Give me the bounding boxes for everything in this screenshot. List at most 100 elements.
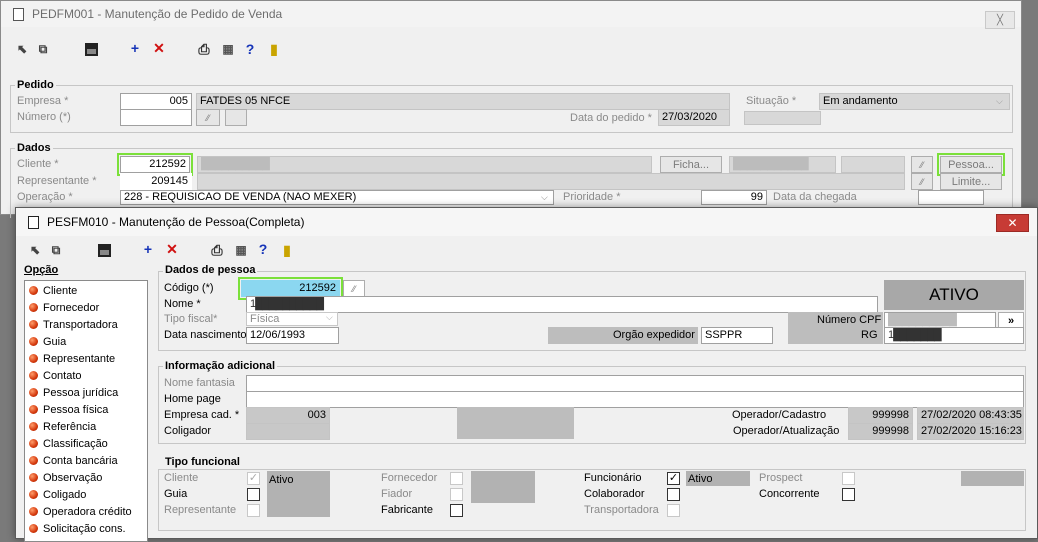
numero-field[interactable] bbox=[120, 109, 192, 126]
help-icon[interactable]: ? bbox=[242, 41, 258, 57]
opcao-item[interactable]: Cliente bbox=[29, 282, 77, 299]
calculator-icon[interactable]: ▦ bbox=[220, 41, 236, 57]
opcao-item-label: Coligado bbox=[43, 488, 87, 501]
bullet-icon bbox=[29, 286, 38, 295]
cliente-code-field[interactable]: 212592 bbox=[117, 153, 193, 176]
fornecedor-checkbox[interactable] bbox=[450, 472, 463, 485]
rg-field[interactable]: 1███████ bbox=[884, 327, 1024, 344]
cliente-name-field: ██████████ bbox=[197, 156, 652, 173]
opcao-item[interactable]: Classificação bbox=[29, 435, 108, 452]
info-title: Informação adicional bbox=[163, 360, 278, 372]
opcao-item[interactable]: Referência bbox=[29, 418, 96, 435]
prospect-checkbox[interactable] bbox=[842, 472, 855, 485]
help-icon[interactable]: ? bbox=[255, 241, 271, 257]
limite-button[interactable]: Limite... bbox=[940, 173, 1002, 190]
operacao-label: Operação * bbox=[17, 191, 73, 203]
windows-icon[interactable]: ⧉ bbox=[35, 41, 51, 57]
cliente-doc-field: ███████████ bbox=[729, 156, 836, 173]
pedido-titlebar: PEDFM001 - Manutenção de Pedido de Venda bbox=[1, 1, 1021, 27]
prioridade-field[interactable]: 99 bbox=[701, 190, 767, 205]
nome-field[interactable]: 1██████████ bbox=[246, 296, 878, 313]
homepage-field[interactable] bbox=[246, 391, 1024, 408]
fabricante-checkbox[interactable] bbox=[450, 504, 463, 517]
tipo-fiscal-dropdown-icon[interactable]: ⌵ bbox=[326, 312, 333, 323]
orgao-field[interactable]: SSPPR bbox=[701, 327, 773, 344]
pessoa-close-button[interactable]: ✕ bbox=[996, 214, 1029, 232]
windows-icon[interactable]: ⧉ bbox=[48, 242, 64, 258]
representante-search-button[interactable]: ⁄⁄ bbox=[911, 173, 933, 190]
add-icon[interactable]: + bbox=[127, 40, 143, 56]
opcao-item[interactable]: Operadora crédito bbox=[29, 503, 132, 520]
concorrente-checkbox[interactable] bbox=[842, 488, 855, 501]
op-cad-datetime: 27/02/2020 08:43:35 bbox=[917, 407, 1024, 424]
representante-checkbox[interactable] bbox=[247, 504, 260, 517]
coligador-label: Coligador bbox=[164, 425, 212, 437]
opcao-item[interactable]: Guia bbox=[29, 333, 66, 350]
situacao-select[interactable]: Em andamento bbox=[819, 93, 1010, 110]
rg-label: RG bbox=[861, 329, 878, 341]
empresa-code-field[interactable]: 005 bbox=[120, 93, 192, 110]
opcao-item-label: Fornecedor bbox=[43, 301, 100, 314]
ficha-button[interactable]: Ficha... bbox=[660, 156, 722, 173]
opcao-item[interactable]: Coligado bbox=[29, 486, 86, 503]
cliente-checkbox[interactable]: ✓ bbox=[247, 472, 260, 485]
guia-checkbox[interactable] bbox=[247, 488, 260, 501]
opcao-item[interactable]: Contato bbox=[29, 367, 82, 384]
codigo-field[interactable]: 212592 bbox=[238, 277, 343, 300]
operacao-select[interactable]: 228 - REQUISICAO DE VENDA (NAO MEXER) bbox=[120, 190, 554, 205]
opcao-item[interactable]: Transportadora bbox=[29, 316, 118, 333]
save-icon[interactable] bbox=[96, 242, 112, 258]
op-atu-label: Operador/Atualização bbox=[733, 425, 840, 437]
opcao-item[interactable]: Pessoa física bbox=[29, 401, 108, 418]
transportadora-tipo-label: Transportadora bbox=[584, 504, 659, 516]
operacao-dropdown-icon[interactable]: ⌵ bbox=[541, 192, 548, 203]
data-pedido-label: Data do pedido * bbox=[570, 112, 652, 124]
colaborador-checkbox[interactable] bbox=[667, 488, 680, 501]
transportadora-checkbox[interactable] bbox=[667, 504, 680, 517]
bullet-icon bbox=[29, 320, 38, 329]
status-badge: ATIVO bbox=[884, 280, 1024, 310]
bullet-icon bbox=[29, 303, 38, 312]
prioridade-label: Prioridade * bbox=[563, 191, 621, 203]
opcao-item[interactable]: Pessoa jurídica bbox=[29, 384, 118, 401]
data-chegada-label: Data da chegada bbox=[773, 191, 857, 203]
opcao-item-label: Pessoa física bbox=[43, 403, 109, 416]
delete-icon[interactable]: ✕ bbox=[164, 241, 180, 257]
delete-icon[interactable]: ✕ bbox=[151, 40, 167, 56]
print-icon[interactable]: ⎙ bbox=[196, 41, 212, 57]
opcao-item-label: Pessoa jurídica bbox=[43, 386, 119, 399]
opcao-item[interactable]: Solicitação cons. bbox=[29, 520, 126, 537]
data-pedido-field: 27/03/2020 bbox=[658, 109, 730, 126]
exit-icon[interactable]: ▮ bbox=[266, 41, 282, 57]
nascimento-field[interactable]: 12/06/1993 bbox=[246, 327, 339, 344]
codigo-search-button[interactable]: ⁄⁄ bbox=[343, 280, 365, 297]
fiador-checkbox[interactable] bbox=[450, 488, 463, 501]
prev-icon[interactable]: ⬉ bbox=[14, 41, 30, 57]
exit-icon[interactable]: ▮ bbox=[279, 242, 295, 258]
situacao-dropdown-icon[interactable]: ⌵ bbox=[996, 96, 1003, 107]
funcionario-checkbox[interactable]: ✓ bbox=[667, 472, 680, 485]
calculator-icon[interactable]: ▦ bbox=[233, 242, 249, 258]
add-icon[interactable]: + bbox=[140, 241, 156, 257]
fantasia-field[interactable] bbox=[246, 375, 1024, 392]
print-icon[interactable]: ⎙ bbox=[209, 242, 225, 258]
prev-icon[interactable]: ⬉ bbox=[27, 242, 43, 258]
orgao-label: Orgão expedidor bbox=[613, 329, 695, 341]
opcao-item-label: Operadora crédito bbox=[43, 505, 132, 518]
pedido-title: PEDFM001 - Manutenção de Pedido de Venda bbox=[32, 7, 283, 21]
pedido-close-button[interactable]: ╳ bbox=[985, 11, 1015, 29]
cliente-search-button[interactable]: ⁄⁄ bbox=[911, 156, 933, 173]
numero-search-button[interactable]: ⁄⁄ bbox=[196, 109, 220, 126]
tipo-fiscal-select[interactable]: Física bbox=[246, 312, 338, 326]
opcao-item[interactable]: Representante bbox=[29, 350, 115, 367]
opcao-item[interactable]: Conta bancária bbox=[29, 452, 118, 469]
data-chegada-field[interactable] bbox=[918, 190, 984, 205]
numero-extra-button[interactable] bbox=[225, 109, 247, 126]
opcao-item-label: Contato bbox=[43, 369, 82, 382]
pessoa-button[interactable]: Pessoa... bbox=[937, 153, 1005, 176]
representante-code-field[interactable]: 209145 bbox=[120, 173, 192, 190]
opcao-item[interactable]: Fornecedor bbox=[29, 299, 99, 316]
bullet-icon bbox=[29, 388, 38, 397]
save-icon[interactable] bbox=[83, 41, 99, 57]
opcao-item[interactable]: Observação bbox=[29, 469, 102, 486]
